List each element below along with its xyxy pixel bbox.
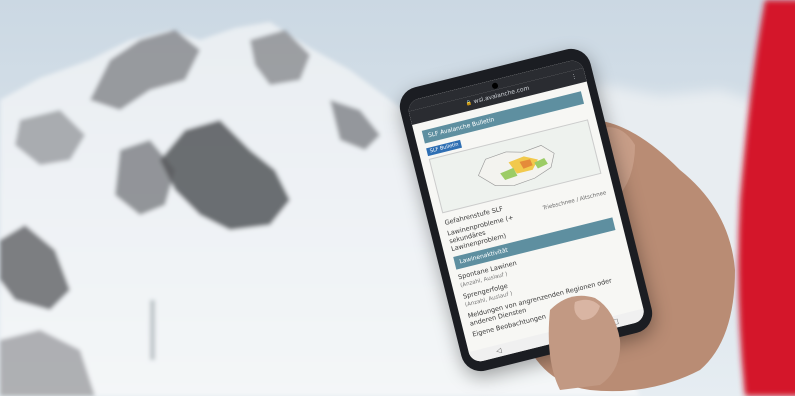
thumb	[548, 295, 621, 390]
lock-icon: 🔒	[465, 99, 473, 108]
more-icon[interactable]: ⋮	[570, 70, 579, 85]
back-icon[interactable]: ◁	[495, 346, 502, 355]
photo-scene: 🔒wsl.avalanche.com ⋮ SLF Avalanche Bulle…	[0, 0, 795, 396]
